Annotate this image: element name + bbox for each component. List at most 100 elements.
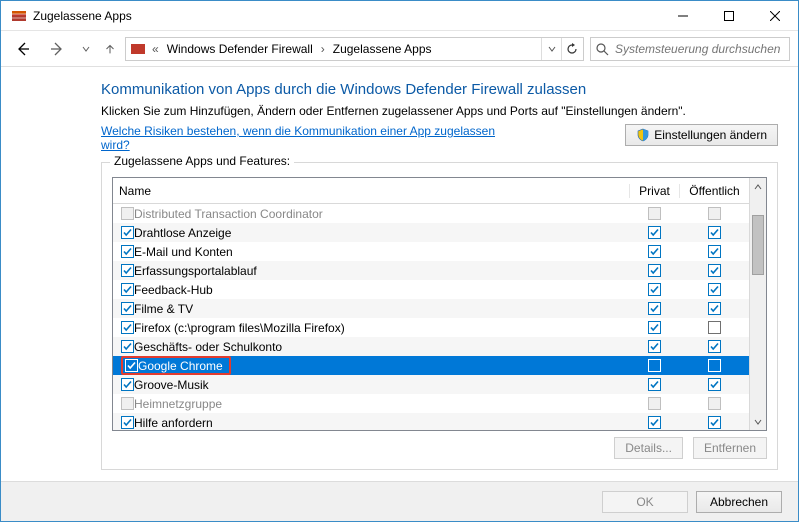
public-checkbox-col: [679, 283, 749, 296]
checkbox[interactable]: [121, 245, 134, 258]
checkbox[interactable]: [648, 378, 661, 391]
app-row[interactable]: Drahtlose Anzeige: [113, 223, 749, 242]
public-checkbox-col: [679, 321, 749, 334]
checkbox[interactable]: [121, 340, 134, 353]
refresh-button[interactable]: [561, 38, 581, 60]
checkbox[interactable]: [121, 207, 134, 220]
apps-list[interactable]: Name Privat Öffentlich Distributed Trans…: [112, 177, 767, 431]
app-row[interactable]: Hilfe anfordern: [113, 413, 749, 430]
app-name-label: Firefox (c:\program files\Mozilla Firefo…: [134, 321, 629, 335]
app-row[interactable]: Geschäfts- oder Schulkonto: [113, 337, 749, 356]
checkbox[interactable]: [708, 416, 721, 429]
app-row[interactable]: E-Mail und Konten: [113, 242, 749, 261]
minimize-button[interactable]: [660, 1, 706, 31]
breadcrumb-segment-1[interactable]: Windows Defender Firewall: [163, 42, 317, 56]
checkbox[interactable]: [121, 416, 134, 429]
public-checkbox-col: [679, 359, 749, 372]
change-settings-label: Einstellungen ändern: [654, 128, 767, 142]
forward-button[interactable]: [43, 35, 71, 63]
checkbox[interactable]: [708, 226, 721, 239]
checkbox[interactable]: [648, 416, 661, 429]
checkbox[interactable]: [708, 359, 721, 372]
private-checkbox-col: [629, 245, 679, 258]
checkbox[interactable]: [121, 378, 134, 391]
checkbox[interactable]: [708, 264, 721, 277]
checkbox[interactable]: [648, 359, 661, 372]
maximize-button[interactable]: [706, 1, 752, 31]
vertical-scrollbar[interactable]: [749, 178, 766, 430]
scroll-down-button[interactable]: [750, 413, 766, 430]
risks-link[interactable]: Welche Risiken bestehen, wenn die Kommun…: [101, 124, 501, 152]
chevron-left-icon[interactable]: «: [150, 42, 161, 56]
app-row[interactable]: Distributed Transaction Coordinator: [113, 204, 749, 223]
checkbox[interactable]: [121, 321, 134, 334]
group-label: Zugelassene Apps und Features:: [110, 154, 294, 168]
checkbox[interactable]: [648, 321, 661, 334]
app-name-label: Heimnetzgruppe: [134, 397, 629, 411]
details-button[interactable]: Details...: [614, 437, 683, 459]
col-name-header[interactable]: Name: [113, 184, 629, 198]
breadcrumb-segment-2[interactable]: Zugelassene Apps: [329, 42, 436, 56]
checkbox[interactable]: [121, 226, 134, 239]
col-public-header[interactable]: Öffentlich: [679, 184, 749, 198]
app-row[interactable]: Google Chrome: [113, 356, 749, 375]
public-checkbox-col: [679, 416, 749, 429]
close-button[interactable]: [752, 1, 798, 31]
app-name-label: Drahtlose Anzeige: [134, 226, 629, 240]
search-box[interactable]: [590, 37, 790, 61]
checkbox[interactable]: [708, 245, 721, 258]
ok-button[interactable]: OK: [602, 491, 688, 513]
checkbox[interactable]: [708, 302, 721, 315]
change-settings-button[interactable]: Einstellungen ändern: [625, 124, 778, 146]
checkbox[interactable]: [708, 207, 721, 220]
app-row[interactable]: Heimnetzgruppe: [113, 394, 749, 413]
checkbox[interactable]: [121, 397, 134, 410]
remove-button[interactable]: Entfernen: [693, 437, 767, 459]
app-name-label: Distributed Transaction Coordinator: [134, 207, 629, 221]
window-title: Zugelassene Apps: [33, 9, 132, 23]
checkbox[interactable]: [648, 283, 661, 296]
search-input[interactable]: [613, 41, 785, 57]
checkbox[interactable]: [708, 321, 721, 334]
checkbox[interactable]: [648, 226, 661, 239]
scroll-thumb[interactable]: [752, 215, 764, 275]
public-checkbox-col: [679, 264, 749, 277]
checkbox[interactable]: [121, 283, 134, 296]
checkbox[interactable]: [125, 359, 138, 372]
checkbox[interactable]: [648, 302, 661, 315]
page-heading: Kommunikation von Apps durch die Windows…: [101, 81, 778, 98]
checkbox[interactable]: [121, 264, 134, 277]
private-checkbox-col: [629, 264, 679, 277]
checkbox[interactable]: [648, 207, 661, 220]
app-row[interactable]: Feedback-Hub: [113, 280, 749, 299]
checkbox[interactable]: [648, 340, 661, 353]
search-icon: [595, 42, 609, 56]
app-row[interactable]: Firefox (c:\program files\Mozilla Firefo…: [113, 318, 749, 337]
private-checkbox-col: [629, 226, 679, 239]
app-row[interactable]: Groove-Musik: [113, 375, 749, 394]
cancel-button[interactable]: Abbrechen: [696, 491, 782, 513]
app-name-label: Erfassungsportalablauf: [134, 264, 629, 278]
checkbox[interactable]: [648, 245, 661, 258]
list-header[interactable]: Name Privat Öffentlich: [113, 178, 749, 204]
app-row[interactable]: Erfassungsportalablauf: [113, 261, 749, 280]
checkbox[interactable]: [708, 378, 721, 391]
private-checkbox-col: [629, 416, 679, 429]
private-checkbox-col: [629, 302, 679, 315]
checkbox[interactable]: [708, 283, 721, 296]
col-private-header[interactable]: Privat: [629, 184, 679, 198]
back-button[interactable]: [9, 35, 37, 63]
checkbox[interactable]: [708, 340, 721, 353]
up-button[interactable]: [101, 35, 119, 63]
checkbox[interactable]: [121, 302, 134, 315]
app-row[interactable]: Filme & TV: [113, 299, 749, 318]
checkbox[interactable]: [648, 264, 661, 277]
checkbox[interactable]: [648, 397, 661, 410]
app-name-label: Feedback-Hub: [134, 283, 629, 297]
history-dropdown-button[interactable]: [77, 35, 95, 63]
scroll-up-button[interactable]: [750, 178, 766, 195]
breadcrumb-dropdown-button[interactable]: [541, 38, 561, 60]
app-name-label: Groove-Musik: [134, 378, 629, 392]
breadcrumb-bar[interactable]: « Windows Defender Firewall › Zugelassen…: [125, 37, 584, 61]
checkbox[interactable]: [708, 397, 721, 410]
